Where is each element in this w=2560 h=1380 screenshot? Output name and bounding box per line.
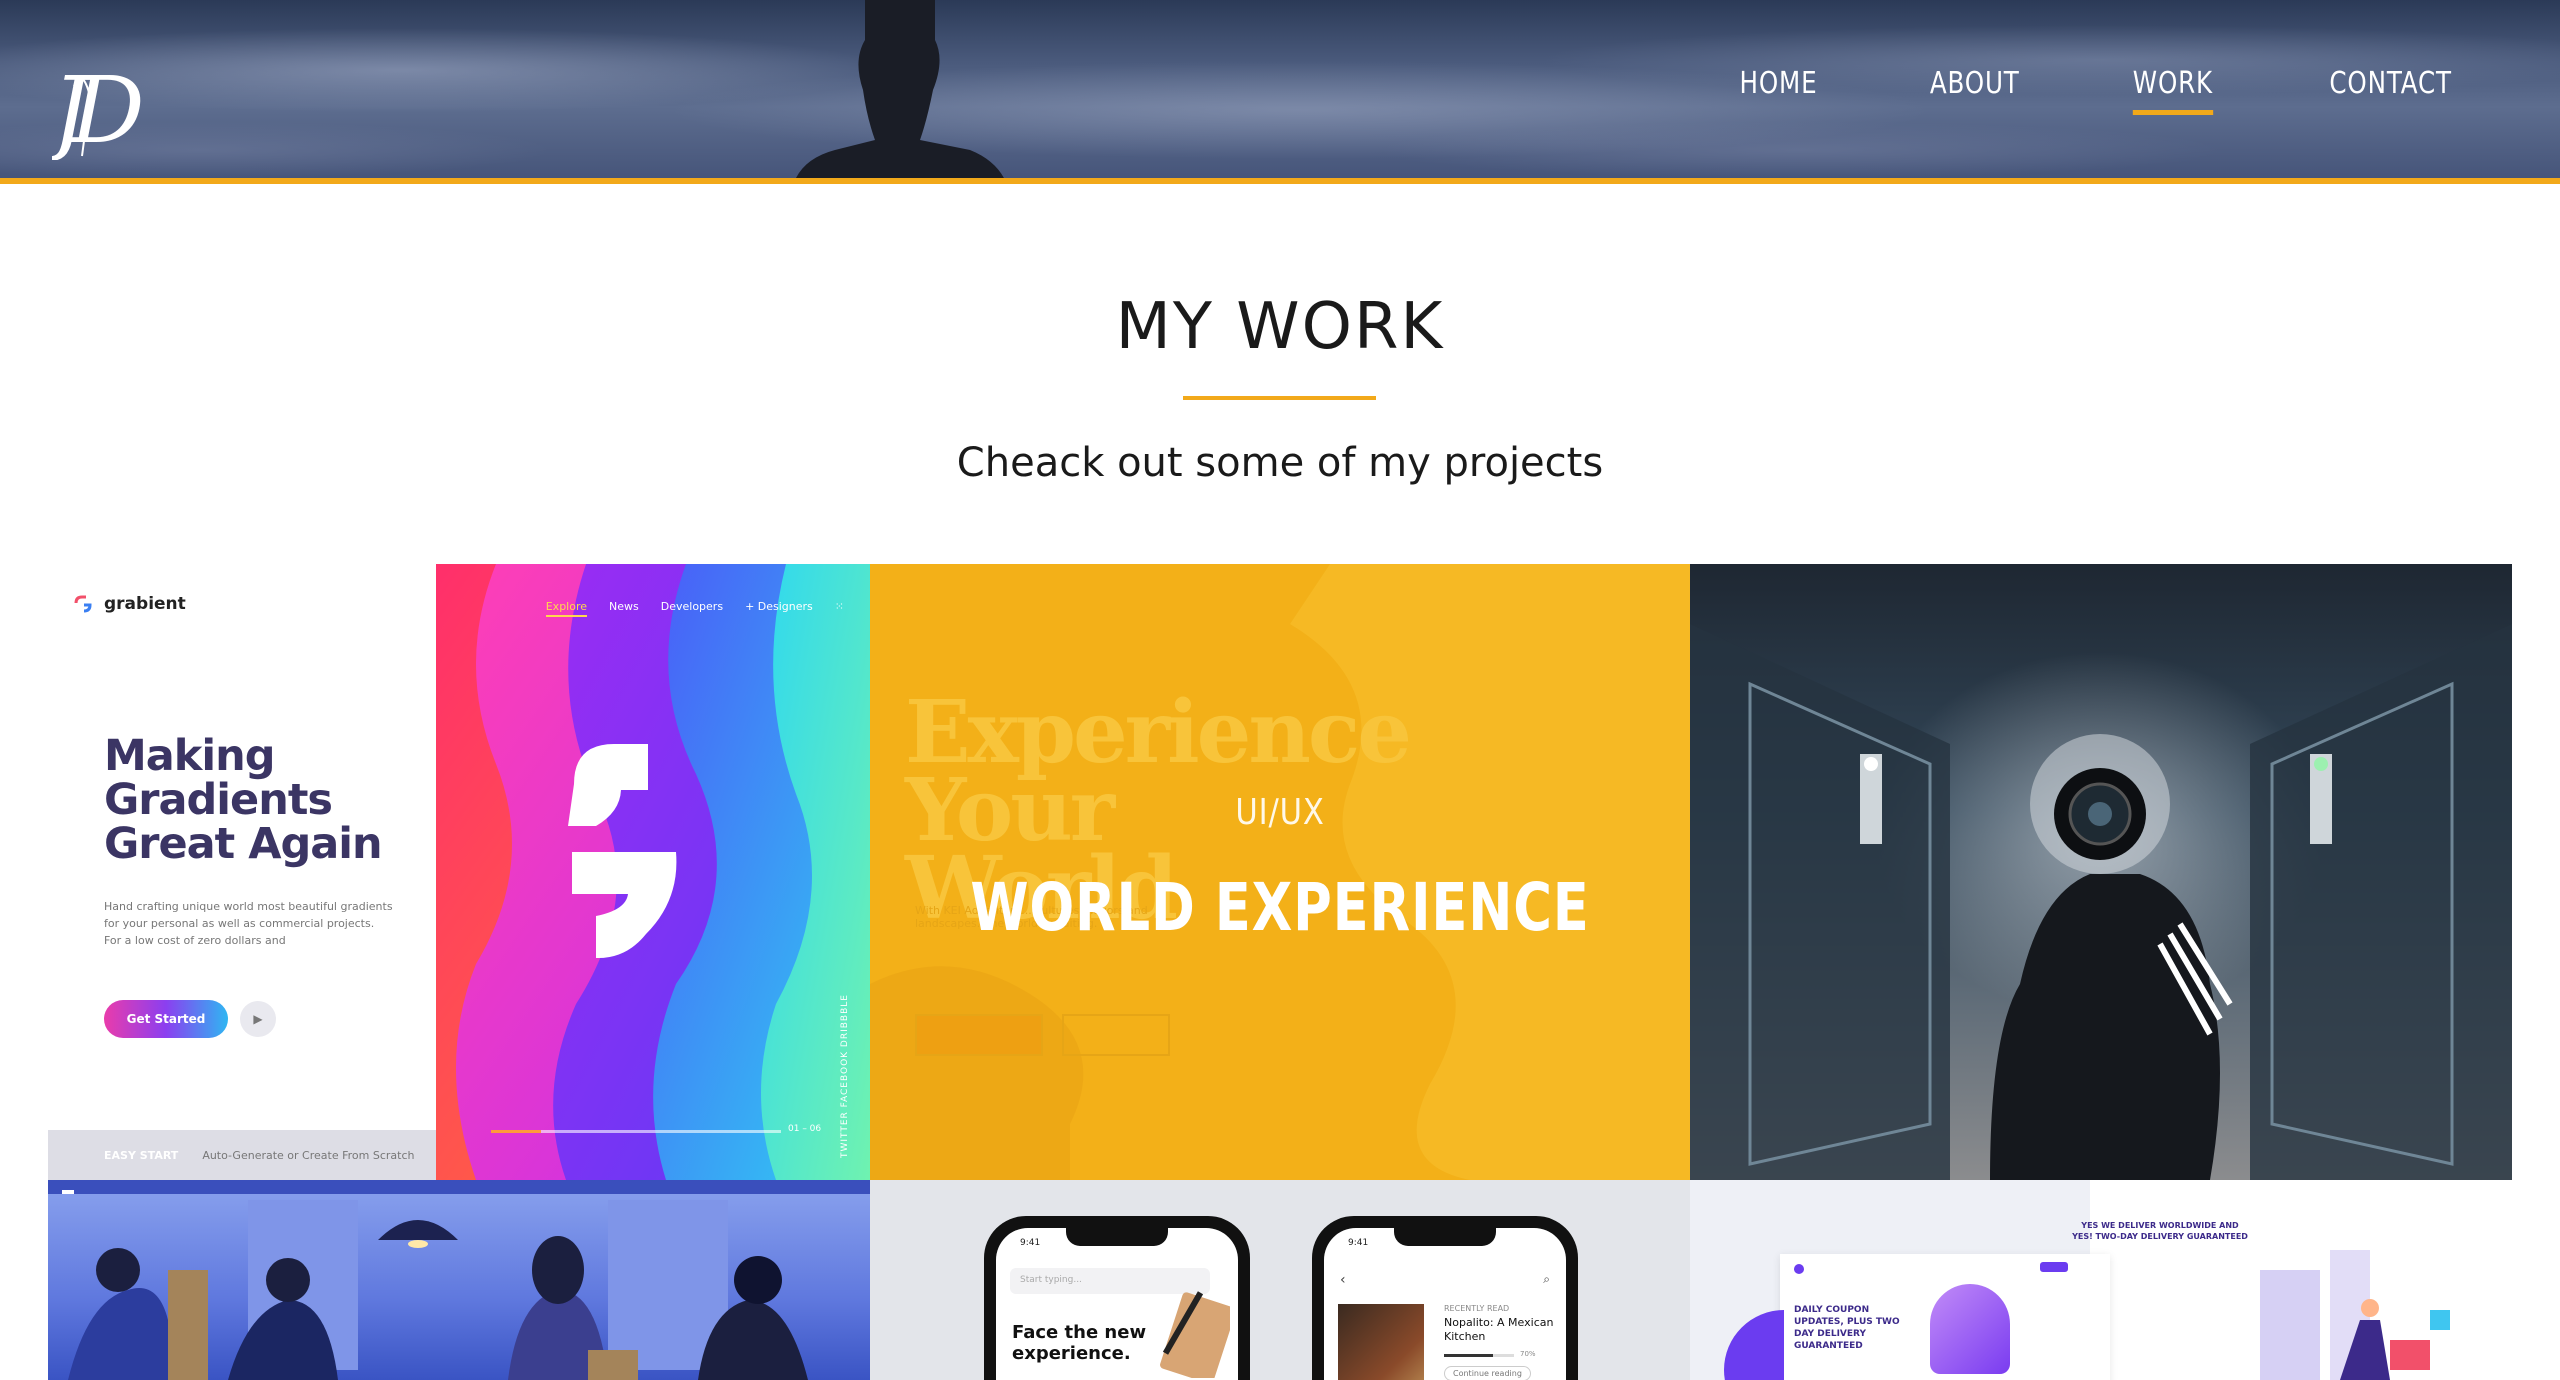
nav-work[interactable]: WORK <box>2132 66 2213 115</box>
reading-progress-fill <box>1444 1354 1493 1357</box>
grabient-nav-developers[interactable]: Developers <box>661 600 723 617</box>
phone-mockup-search: 9:41 Start typing... Face the new experi… <box>984 1216 1250 1380</box>
grid-menu-icon[interactable]: ⁙ <box>835 600 844 617</box>
delivery-logo-icon <box>1794 1264 1804 1274</box>
jd-logo[interactable]: JD <box>52 56 192 160</box>
svg-text:JD: JD <box>52 57 143 160</box>
world-explore-button <box>915 1014 1043 1056</box>
grabient-logo-icon <box>74 595 92 613</box>
reading-progress-value: 70% <box>1520 1350 1536 1358</box>
photographer-scene-art <box>1690 624 2512 1180</box>
project-tile-photographer[interactable] <box>1690 564 2512 1180</box>
grabient-panel: grabient Making Gradients Great Again Ha… <box>48 564 436 1180</box>
phone-notch <box>1394 1228 1496 1246</box>
get-started-button[interactable]: Get Started <box>104 1000 228 1038</box>
delivery-person-art <box>2260 1250 2450 1380</box>
nav-about[interactable]: ABOUT <box>1930 66 2020 115</box>
section-title: MY WORK <box>1115 290 1445 364</box>
phone-heading: Face the new experience. <box>1012 1322 1147 1364</box>
grabient-nav-news[interactable]: News <box>609 600 639 617</box>
project-tile-grabient[interactable]: grabient Making Gradients Great Again Ha… <box>48 564 870 1180</box>
main-nav: HOME ABOUT WORK CONTACT <box>1731 66 2465 115</box>
delivery-card: DAILY COUPON UPDATES, PLUS TWO DAY DELIV… <box>1780 1254 2110 1380</box>
project-category-label: UI/UX <box>1235 792 1325 833</box>
world-see-more-button <box>1062 1014 1170 1056</box>
recently-read-label: RECENTLY READ <box>1444 1304 1510 1313</box>
delivery-top-text: YES WE DELIVER WORLDWIDE AND YES! TWO-DA… <box>2072 1221 2248 1241</box>
grabient-body: Hand crafting unique world most beautifu… <box>104 900 393 947</box>
project-tile-delivery[interactable]: YES WE DELIVER WORLDWIDE AND YES! TWO-DA… <box>1690 1180 2512 1380</box>
cafe-illustration-art <box>48 1180 870 1380</box>
book-title: Nopalito: A Mexican Kitchen <box>1444 1316 1554 1343</box>
notebook-pencil-art <box>1160 1291 1230 1378</box>
grabient-nav: Explore News Developers + Designers ⁙ <box>545 600 844 617</box>
project-tile-mobile-app[interactable]: 9:41 Start typing... Face the new experi… <box>870 1180 1690 1380</box>
delivery-card-text: DAILY COUPON UPDATES, PLUS TWO DAY DELIV… <box>1794 1305 1900 1351</box>
phone-mockup-reading: 9:41 ‹ ⌕ RECENTLY READ Nopalito: A Mexic… <box>1312 1216 1578 1380</box>
section-subtitle: Cheack out some of my projects <box>956 440 1604 486</box>
project-title-label: WORLD EXPERIENCE <box>970 869 1590 946</box>
grabient-nav-explore[interactable]: Explore <box>545 600 588 617</box>
book-cover-image <box>1338 1304 1424 1380</box>
title-underline <box>1183 396 1376 400</box>
grabient-slide-counter: 01 – 06 <box>788 1124 822 1134</box>
grabient-slide-progress <box>491 1130 781 1133</box>
delivery-hero-art <box>1930 1284 2010 1374</box>
nav-home[interactable]: HOME <box>1740 66 1818 115</box>
phone-notch <box>1066 1228 1168 1246</box>
easy-start-text: Auto-Generate or Create From Scratch <box>202 1148 415 1162</box>
nav-contact[interactable]: CONTACT <box>2329 66 2451 115</box>
grabient-nav-designers[interactable]: + Designers <box>745 600 813 617</box>
grabient-footer: EASY START Auto-Generate or Create From … <box>48 1130 436 1180</box>
gradient-waves-art <box>436 564 870 1180</box>
grabient-social-links: TWITTER FACEBOOK DRIBBBLE <box>840 994 850 1159</box>
project-tile-illustration[interactable] <box>48 1180 870 1380</box>
reading-progress-bar <box>1444 1354 1514 1357</box>
grabient-headline: Making Gradients Great Again <box>104 731 383 869</box>
phone-screen: 9:41 Start typing... Face the new experi… <box>996 1228 1238 1380</box>
delivery-nav-button <box>2040 1262 2068 1272</box>
phone-time: 9:41 <box>1020 1238 1041 1248</box>
grabient-gradient-art: Explore News Developers + Designers ⁙ TW… <box>436 564 870 1180</box>
easy-start-label: EASY START <box>104 1148 179 1162</box>
project-tile-world-experience[interactable]: Experience Your World With KEI Adventure… <box>870 564 1690 1180</box>
purple-blob-art <box>1724 1310 1784 1380</box>
back-chevron-icon: ‹ <box>1340 1272 1346 1288</box>
grabient-brand-label: grabient <box>104 594 186 614</box>
person-silhouette <box>796 0 1004 178</box>
continue-reading-button: Continue reading <box>1444 1366 1531 1380</box>
grabient-brand: grabient <box>74 594 186 614</box>
phone-time: 9:41 <box>1348 1238 1369 1248</box>
play-icon[interactable]: ▶ <box>240 1001 276 1037</box>
search-icon: ⌕ <box>1543 1272 1550 1286</box>
site-header: JD HOME ABOUT WORK CONTACT <box>0 0 2560 184</box>
phone-screen: 9:41 ‹ ⌕ RECENTLY READ Nopalito: A Mexic… <box>1324 1228 1566 1380</box>
